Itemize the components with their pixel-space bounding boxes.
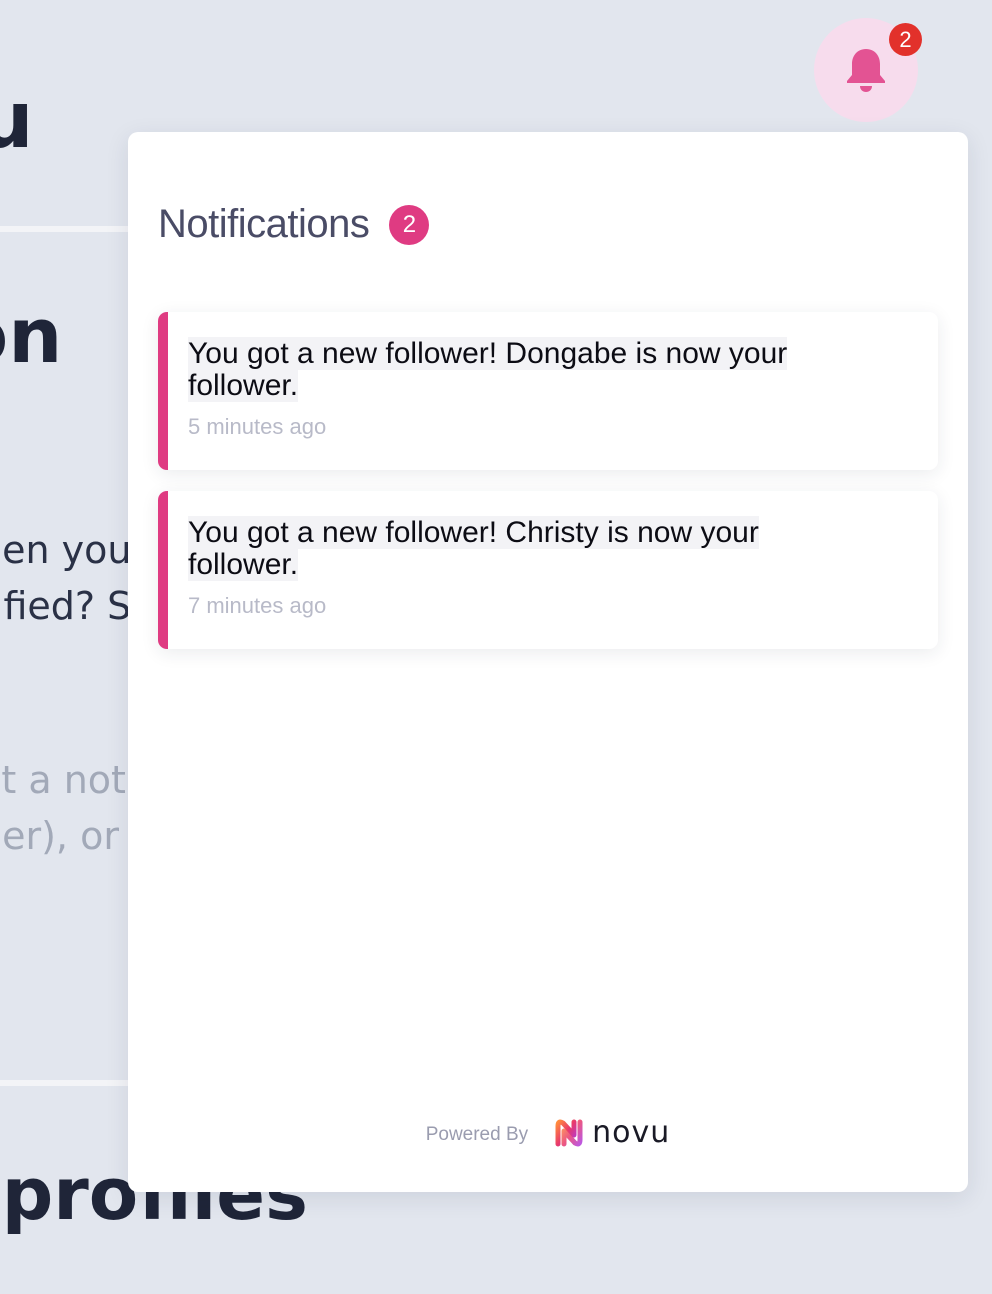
background-paragraph-line: tified? S <box>0 584 132 628</box>
notification-message: You got a new follower! Dongabe is now y… <box>188 337 788 402</box>
background-muted-paragraph: et a not her), or i <box>0 752 142 864</box>
background-heading: u <box>0 76 34 166</box>
notification-item[interactable]: You got a new follower! Dongabe is now y… <box>158 312 938 470</box>
notification-list: You got a new follower! Dongabe is now y… <box>158 312 938 670</box>
unread-indicator <box>158 312 168 470</box>
unseen-count-pill: 2 <box>389 204 430 245</box>
panel-title: Notifications <box>158 202 370 246</box>
background-paragraph-line: hen you <box>0 528 132 572</box>
notification-center-panel: Notifications 2 You got a new follower! … <box>128 132 968 1192</box>
novu-wordmark: novu <box>592 1115 671 1150</box>
background-paragraph-line: her), or i <box>0 814 142 858</box>
background-divider <box>0 226 140 232</box>
background-paragraph-line: et a not <box>0 758 126 802</box>
notification-message: You got a new follower! Christy is now y… <box>188 516 759 581</box>
notification-item[interactable]: You got a new follower! Christy is now y… <box>158 491 938 649</box>
powered-by-footer[interactable]: Powered By novu <box>128 1116 968 1150</box>
notification-timestamp: 5 minutes ago <box>188 414 327 439</box>
background-paragraph: hen you tified? S <box>0 522 131 634</box>
unread-indicator <box>158 491 168 649</box>
background-section-heading: on <box>0 291 63 380</box>
novu-logo-icon <box>552 1116 586 1150</box>
notification-timestamp: 7 minutes ago <box>188 593 327 618</box>
background-divider <box>0 1080 140 1086</box>
powered-by-label: Powered By <box>425 1124 529 1145</box>
panel-header: Notifications 2 <box>158 202 430 247</box>
unseen-count-badge: 2 <box>889 23 922 56</box>
page: u on hen you tified? S et a not her), or… <box>0 0 992 1294</box>
bell-icon <box>845 47 887 93</box>
